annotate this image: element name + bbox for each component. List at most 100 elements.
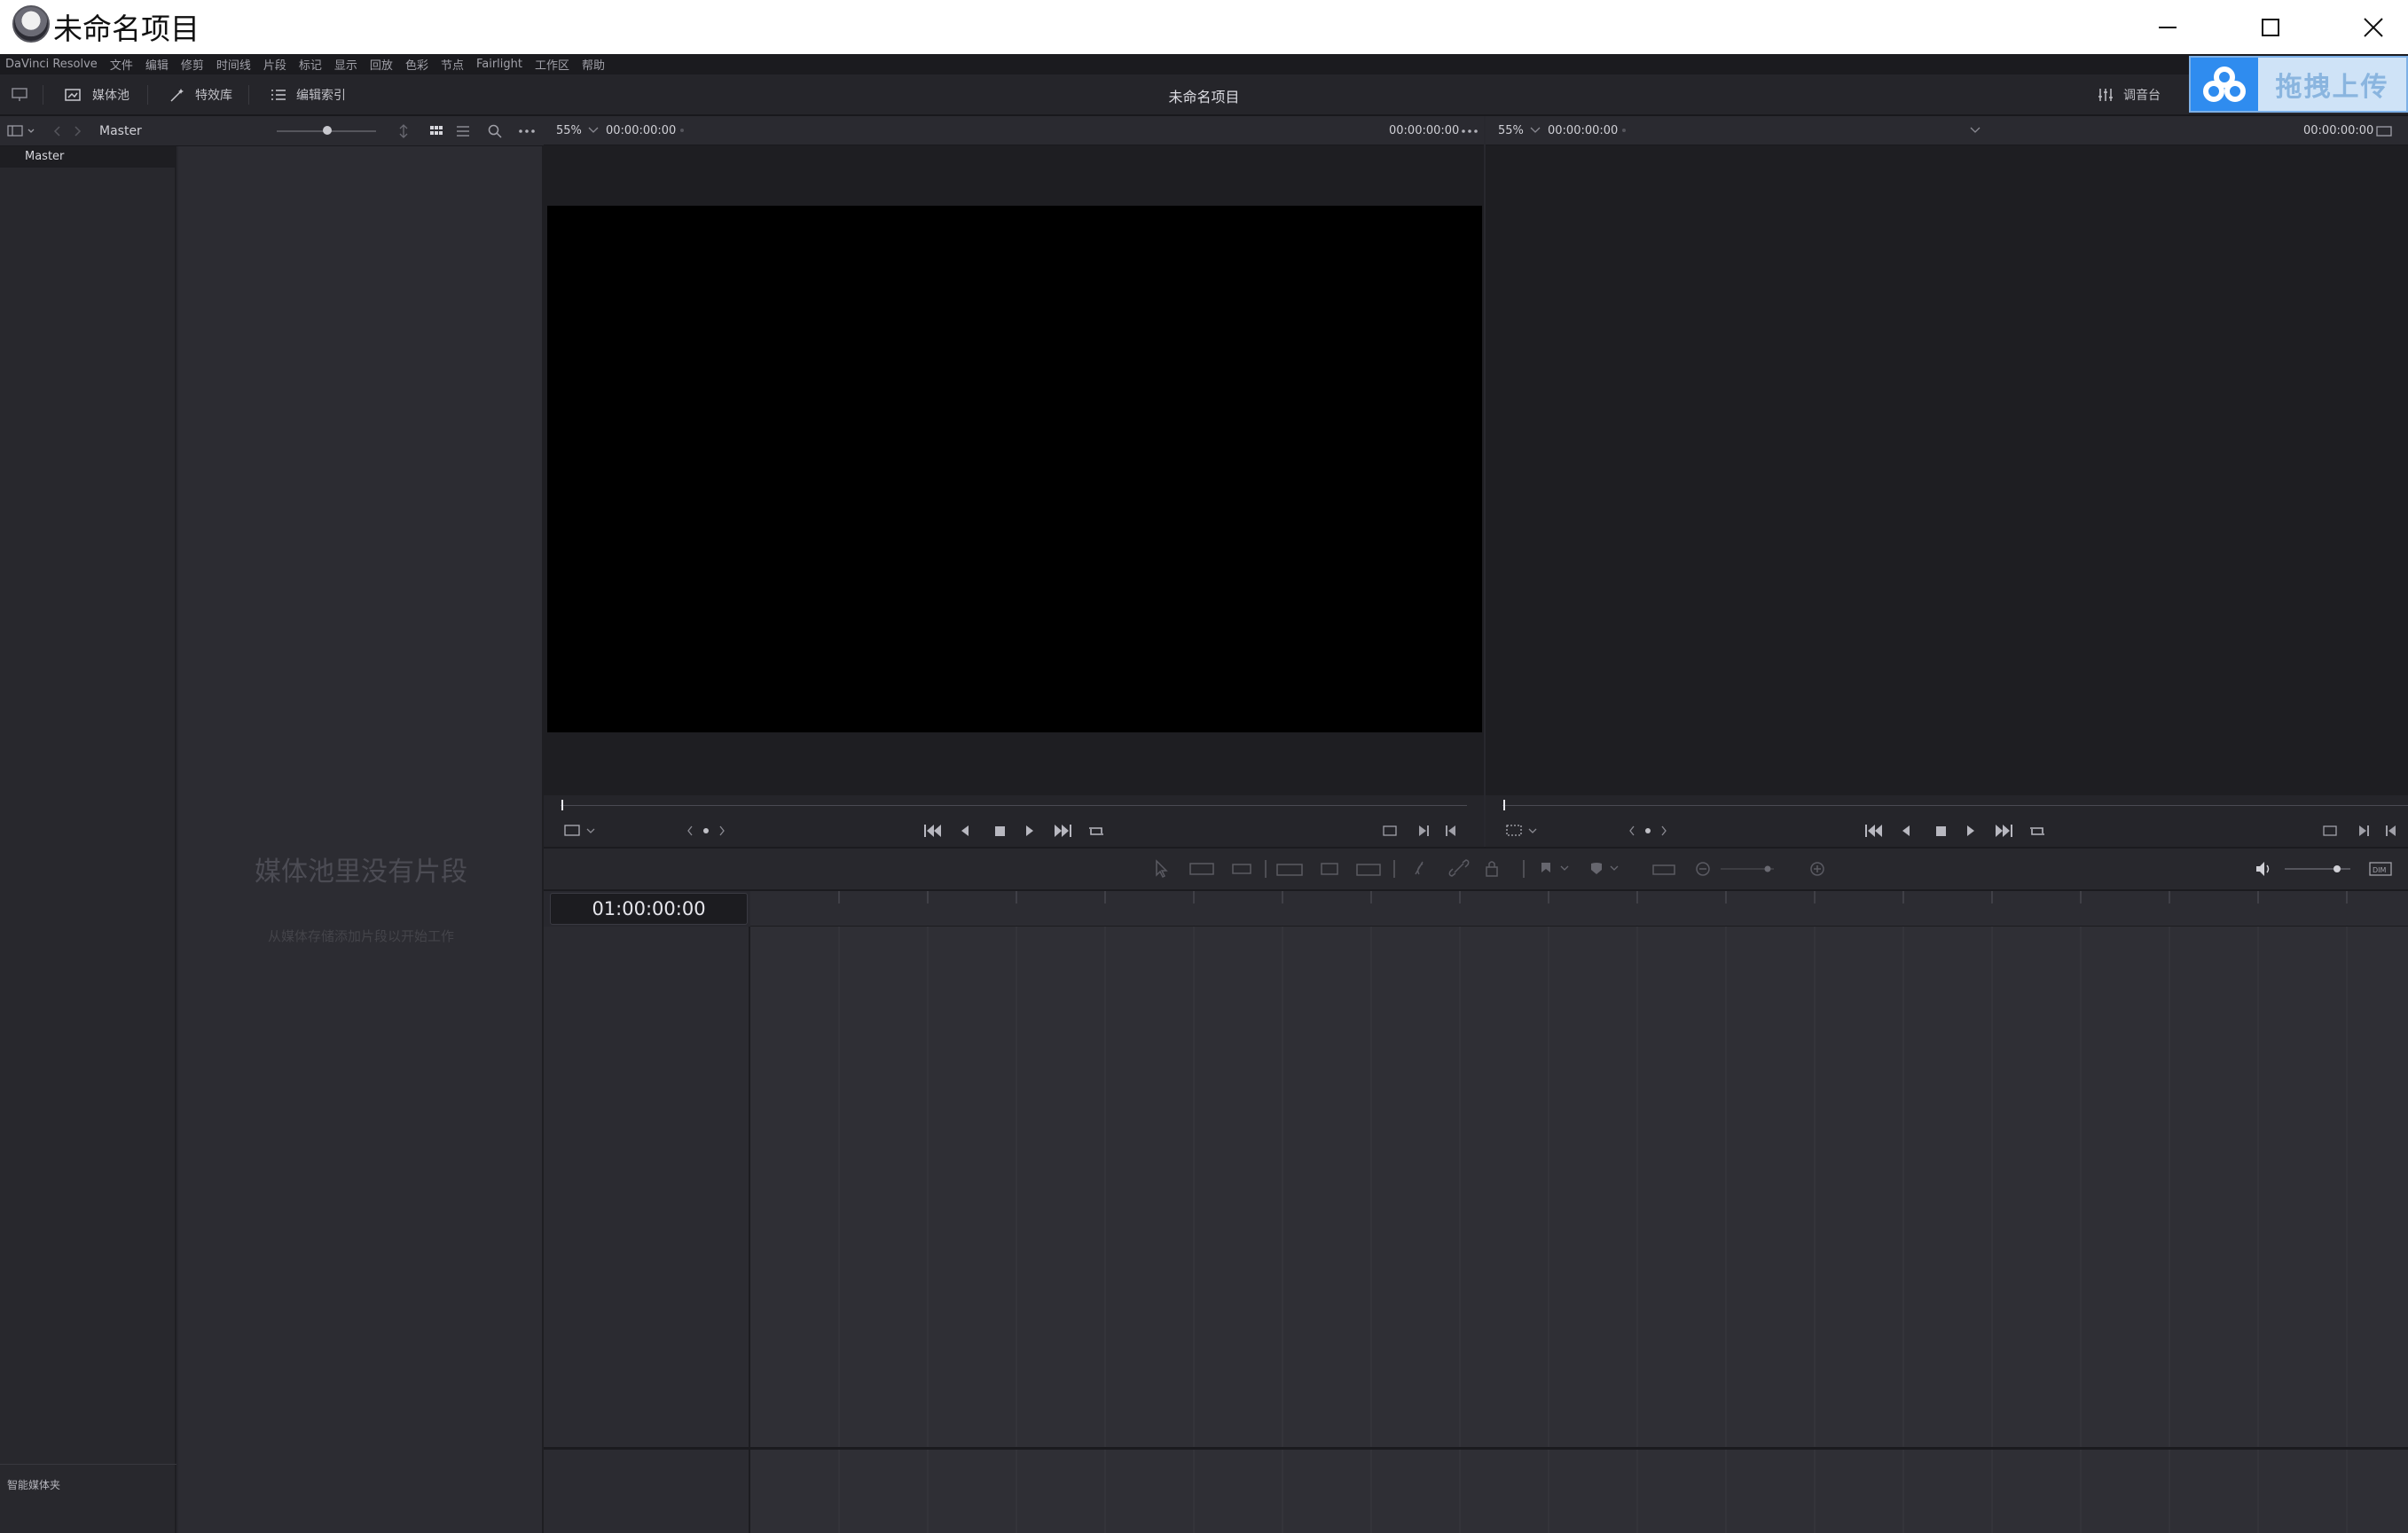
search-icon[interactable] [488, 124, 502, 138]
status-dot [680, 129, 684, 132]
jog-control-icon[interactable] [1628, 824, 1667, 838]
zoom-slider-knob [1764, 865, 1771, 872]
timeline-trailing-controls[interactable] [2322, 823, 2408, 839]
timeline-timecode-out: 00:00:00:00 [2303, 124, 2374, 137]
timeline-viewer[interactable] [1486, 145, 2408, 795]
cloud-upload-icon [2191, 58, 2258, 111]
menu-trim[interactable]: 修剪 [181, 56, 204, 73]
menu-davinci[interactable]: DaVinci Resolve [5, 58, 98, 71]
mixer-label: 调音台 [2123, 89, 2161, 103]
sort-icon[interactable] [397, 124, 410, 138]
marker-icon [1591, 863, 1602, 874]
track-headers [544, 927, 750, 1533]
mark-in-icon [2359, 825, 2366, 836]
sidebar-toggle-icon[interactable] [7, 124, 37, 138]
menu-mark[interactable]: 标记 [299, 56, 322, 73]
source-video-frame[interactable] [547, 206, 1482, 732]
source-trailing-controls[interactable] [1382, 823, 1462, 839]
timeline-scrub-bar[interactable] [1502, 805, 2408, 806]
mixer-button[interactable]: 调音台 [2097, 83, 2161, 106]
lock-icon [1486, 866, 1498, 877]
mark-out-icon [1446, 825, 1447, 836]
timeline-tracks[interactable] [750, 927, 2408, 1533]
frame-guide-icon[interactable] [564, 823, 600, 839]
timeline-timecode[interactable]: 01:00:00:00 [550, 893, 748, 925]
maximize-button[interactable] [2219, 0, 2322, 54]
slider-knob[interactable] [323, 126, 332, 135]
more-options-icon[interactable] [518, 129, 536, 134]
close-button[interactable] [2322, 0, 2408, 54]
source-zoom-select[interactable]: 55% [556, 124, 582, 137]
video-audio-divider [544, 1447, 2408, 1450]
mixer-icon [2098, 89, 2113, 101]
match-frame-icon [1383, 825, 1397, 836]
timeline-playhead[interactable] [1503, 800, 1505, 810]
loop-icon [2030, 827, 2044, 835]
viewer-mode-icon[interactable] [2376, 125, 2392, 137]
timeline-transport-controls[interactable] [1863, 821, 2050, 841]
source-scrub-bar[interactable] [561, 805, 1467, 806]
nav-back-icon[interactable] [51, 125, 64, 137]
chevron-down-icon[interactable] [588, 127, 599, 134]
menu-workspace[interactable]: 工作区 [535, 56, 569, 73]
selection-tool-icon [1156, 859, 1168, 879]
jog-control-icon[interactable] [686, 824, 726, 838]
empty-pool-subtitle: 从媒体存储添加片段以开始工作 [267, 928, 454, 944]
menu-fairlight[interactable]: Fairlight [476, 58, 522, 71]
upload-badge[interactable]: 拖拽上传 [2189, 56, 2408, 113]
chevron-down-icon[interactable] [1530, 127, 1541, 134]
project-title: 未命名项目 [1168, 89, 1240, 106]
stop-icon [1936, 826, 1946, 836]
timeline-zoom-select[interactable]: 55% [1498, 124, 1524, 137]
source-playhead[interactable] [561, 800, 563, 810]
first-frame-icon [1865, 825, 1882, 837]
chevron-down-icon[interactable] [1970, 127, 1981, 134]
window-titlebar: 未命名项目 [0, 0, 2408, 54]
media-pool-area[interactable]: 媒体池里没有片段 从媒体存储添加片段以开始工作 [178, 146, 544, 1533]
media-pool-header: Master [0, 116, 544, 146]
snapping-icon [1415, 861, 1424, 875]
link-icon [1448, 859, 1470, 877]
timeline-ruler[interactable] [750, 891, 2408, 927]
menu-edit[interactable]: 编辑 [145, 56, 169, 73]
overwrite-clip-icon [1321, 863, 1338, 875]
volume-knob [2333, 865, 2341, 872]
blade-tool-icon [1232, 864, 1251, 874]
status-dot [1622, 129, 1626, 132]
loop-icon [1089, 827, 1103, 835]
menu-nodes[interactable]: 节点 [441, 56, 464, 73]
main-toolbar: 媒体池 特效库 编辑索引 未命名项目 调音台 [0, 74, 2408, 116]
menu-color[interactable]: 色彩 [405, 56, 428, 73]
bin-list: Master 智能媒体夹 [0, 146, 176, 1533]
menu-timeline[interactable]: 时间线 [216, 56, 251, 73]
close-icon [2364, 17, 2383, 37]
reverse-icon [961, 825, 969, 836]
source-timecode-in: 00:00:00:00 [606, 124, 677, 137]
menu-playback[interactable]: 回放 [370, 56, 393, 73]
mark-out-icon [2386, 825, 2388, 836]
menu-clip[interactable]: 片段 [263, 56, 286, 73]
list-view-icon[interactable] [456, 125, 470, 137]
edit-tools[interactable] [1153, 858, 1827, 880]
speaker-icon [2256, 862, 2264, 876]
breadcrumb[interactable]: Master [99, 124, 142, 138]
smart-bins-section[interactable]: 智能媒体夹 [0, 1464, 176, 1533]
stop-icon [995, 826, 1005, 836]
insert-clip-icon [1276, 864, 1303, 876]
nav-forward-icon[interactable] [71, 125, 83, 137]
audio-controls[interactable]: DIM [2253, 858, 2408, 880]
menu-file[interactable]: 文件 [110, 56, 133, 73]
source-viewer-header: 55% 00:00:00:00 00:00:00:00 [544, 116, 1484, 145]
minimize-button[interactable] [2116, 0, 2219, 54]
more-options-icon[interactable] [1461, 129, 1479, 134]
minimize-icon [2159, 26, 2177, 28]
source-transport-controls[interactable] [922, 821, 1109, 841]
maximize-icon [2262, 18, 2279, 36]
first-frame-icon [924, 825, 941, 837]
menu-help[interactable]: 帮助 [582, 56, 605, 73]
bin-item-master[interactable]: Master [0, 146, 176, 168]
thumbnail-view-icon[interactable] [429, 125, 443, 137]
frame-guide-icon[interactable] [1506, 823, 1541, 839]
timeline-timecode-in: 00:00:00:00 [1548, 124, 1619, 137]
menu-view[interactable]: 显示 [334, 56, 357, 73]
